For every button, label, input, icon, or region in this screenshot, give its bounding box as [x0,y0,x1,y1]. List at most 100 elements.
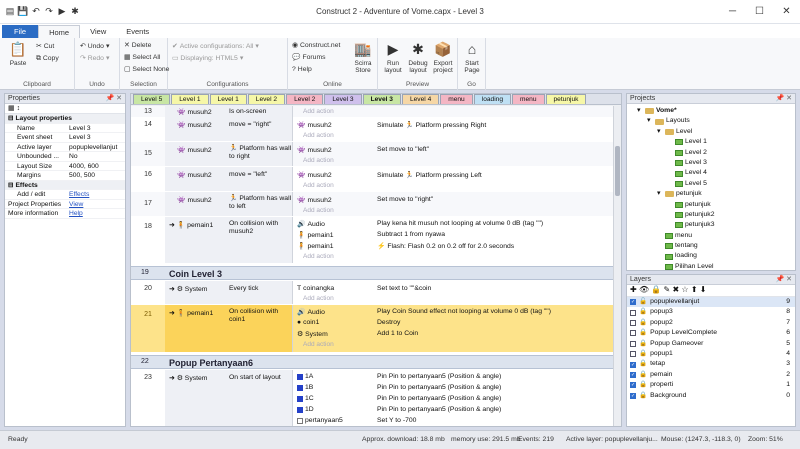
minimize-icon[interactable]: ─ [719,0,746,22]
layer-row[interactable]: ✓ 🔓 popuplevellanjut 9 [627,297,795,308]
add-action-link[interactable]: Add action [303,182,334,189]
pin-icon[interactable]: 📌 ✕ [775,275,792,285]
project-tree-item[interactable]: petunjuk [627,200,795,210]
add-action-link[interactable]: Add action [303,253,334,260]
layout-tab[interactable]: Level 3 [362,94,401,104]
condition-text[interactable]: On start of layout [229,374,293,382]
effects-section[interactable]: ⊟ Effects [5,180,125,190]
forums-link[interactable]: 💬 Forums [292,53,326,63]
lock-icon[interactable]: 🔓 [639,297,647,307]
layer-row[interactable]: ✓ 🔒 properti 1 [627,380,795,390]
add-action-link[interactable]: Add action [303,207,334,214]
scroll-thumb[interactable] [615,146,620,196]
layout-tab[interactable]: Level 1 [209,94,247,104]
help-link[interactable]: Help [67,209,125,218]
visibility-checkbox[interactable] [630,319,636,326]
action-text[interactable]: Pin Pin to pertanyaan5 (Position & angle… [377,395,501,402]
prop-row[interactable]: Event sheet Level 3 [5,133,125,143]
lock-icon[interactable]: 🔒 [639,359,647,369]
event-row[interactable]: 23 ➜ ⚙ System On start of layout 1A Pin Pi… [131,370,615,426]
sort-categorized-icon[interactable]: ▦ [8,105,15,112]
condition-text[interactable]: On collision with coin1 [229,308,293,323]
redo-icon[interactable]: ↷ [44,6,54,17]
action-text[interactable]: Destroy [377,319,400,326]
paste-button[interactable]: 📋 Paste [6,40,30,68]
lock-icon[interactable]: 🔒 [639,339,647,349]
project-tree-item[interactable]: ▾ Vome* [627,106,795,116]
event-row[interactable]: 15 👾 musuh2 🏃 Platform has wall to right … [131,142,615,166]
delete-button[interactable]: ✕ Delete [124,41,151,51]
expand-arrow-icon[interactable]: ▾ [657,189,663,199]
layout-properties-section[interactable]: ⊟ Layout properties [5,114,125,124]
visibility-checkbox[interactable]: ✓ [630,371,636,378]
action-text[interactable]: Pin Pin to pertanyaan5 (Position & angle… [377,373,501,380]
project-tree-item[interactable]: Level 2 [627,148,795,158]
condition-text[interactable]: 🏃 Platform has wall to right [229,145,293,160]
edit-icon[interactable]: ✎ [664,285,671,294]
project-tree-item[interactable]: loading [627,251,795,261]
save-icon[interactable]: 💾 [17,6,28,17]
visibility-checkbox[interactable] [630,309,636,316]
select-none-button[interactable]: ▢ Select None [124,65,169,75]
close-icon[interactable]: ✕ [773,0,800,22]
sort-alpha-icon[interactable]: ↕ [17,105,21,112]
prop-row[interactable]: Layout Size 4000, 600 [5,162,125,171]
visibility-checkbox[interactable] [630,351,636,358]
action-text[interactable]: Set Y to -700 [377,417,416,424]
lock-icon[interactable]: 🔒 [639,318,647,328]
tab-home[interactable]: Home [38,25,81,38]
project-tree-item[interactable]: petunjuk2 [627,210,795,220]
prop-row[interactable]: Margins 500, 500 [5,171,125,181]
action-text[interactable]: ⚡ Flash: Flash 0.2 on 0.2 off for 2.0 se… [377,242,514,250]
event-sheet-scrollbar[interactable] [613,106,621,426]
add-action-link[interactable]: Add action [303,295,334,302]
action-text[interactable]: Pin Pin to pertanyaan5 (Position & angle… [377,384,501,391]
help-link[interactable]: ? Help [292,65,312,75]
copy-button[interactable]: ⧉ Copy [36,54,59,64]
action-text[interactable]: Simulate 🏃 Platform pressing Left [377,171,482,179]
layout-tab[interactable]: Level 2 [286,94,324,104]
layout-tab[interactable]: Level 4 [401,94,440,104]
project-tree-item[interactable]: Level 4 [627,168,795,178]
lock-icon[interactable]: 🔒 [639,328,647,338]
event-row-selected[interactable]: 21 ➜ 🧍 pemain1 On collision with coin1 🔊 Au… [131,305,615,352]
project-tree-item[interactable]: menu [627,231,795,241]
app-menu-icon[interactable]: ▤ [5,6,15,17]
project-tree-item[interactable]: Level 5 [627,179,795,189]
pin-icon[interactable]: 📌 ✕ [105,94,122,104]
action-text[interactable]: Add 1 to Coin [377,330,418,337]
project-tree-item[interactable]: ▾ Level [627,127,795,137]
construct-net-link[interactable]: ◉ Construct.net [292,41,340,51]
layout-tab[interactable]: Level 3 [324,94,362,104]
condition-text[interactable]: On collision with musuh2 [229,220,293,235]
start-page-button[interactable]: ⌂ Start Page [460,40,484,75]
visibility-checkbox[interactable] [630,330,636,337]
event-row[interactable]: 14 👾 musuh2 move = "right" 👾 musuh2 Simula… [131,117,615,141]
lock-icon[interactable]: 🔒 [639,391,647,401]
lock-icon[interactable]: 🔒 [639,380,647,390]
cut-button[interactable]: ✂ Cut [36,42,54,52]
condition-text[interactable]: Every tick [229,285,293,293]
export-project-button[interactable]: 📦 Export project [431,40,455,75]
event-row[interactable]: 20 ➜ ⚙ System Every tick Tcoinangka Set te… [131,281,615,304]
maximize-icon[interactable]: ☐ [746,0,773,22]
tab-file[interactable]: File [2,25,39,38]
layout-tab[interactable]: menu [440,94,473,104]
action-text[interactable]: Pin Pin to pertanyaan5 (Position & angle… [377,406,501,413]
lock-icon[interactable]: 🔒 [639,370,647,380]
eye-icon[interactable]: 👁 [639,285,649,294]
select-all-button[interactable]: ▦ Select All [124,53,160,63]
displaying-dropdown[interactable]: ▭ Displaying: HTML5 ▾ [172,54,243,64]
debug-icon[interactable]: ✱ [70,6,80,17]
layer-row[interactable]: 🔒 Popup Gameover 5 [627,339,795,349]
project-tree-item[interactable]: petunjuk3 [627,220,795,230]
lock-icon[interactable]: 🔒 [651,285,661,294]
expand-arrow-icon[interactable]: ▾ [657,127,663,137]
action-text[interactable]: Play kena hit musuh not looping at volum… [377,220,543,227]
condition-text[interactable]: Is on-screen [229,108,293,116]
delete-layer-icon[interactable]: ✖ [672,285,679,294]
undo-button[interactable]: ↶ Undo ▾ [80,42,109,52]
action-text[interactable]: Set text to ""&coin [377,285,431,292]
star-icon[interactable]: ☆ [681,285,688,294]
pin-icon[interactable]: 📌 ✕ [775,94,792,104]
